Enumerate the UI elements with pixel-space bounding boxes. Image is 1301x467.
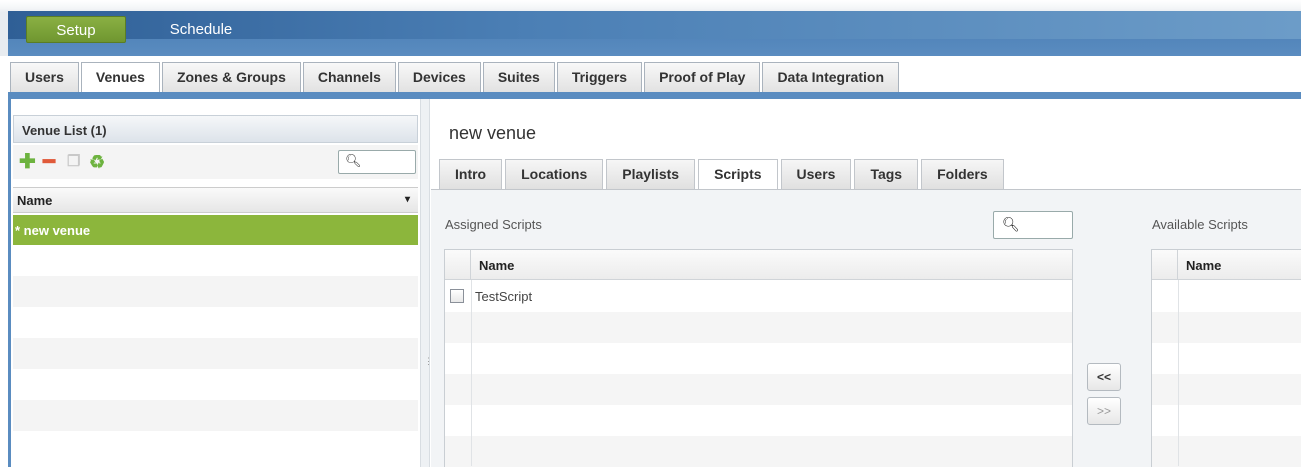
venue-name-column-header[interactable]: Name ▾ [13,187,418,213]
tab-schedule[interactable]: Schedule [158,16,244,43]
list-row-empty [13,276,418,307]
panel-splitter[interactable]: ⋮ [420,99,433,467]
table-row-empty [445,374,1072,405]
venue-toolbar: ✚ ━ ❐ ♻ 🔍︎ [13,145,418,179]
tab-venues[interactable]: Venues [80,62,160,94]
grid-header: Name [1152,250,1301,280]
tab-locations[interactable]: Locations [505,159,604,189]
available-scripts-label: Available Scripts [1152,217,1248,232]
tab-users[interactable]: Users [10,62,79,92]
search-icon: 🔍︎ [1002,216,1020,232]
tab-intro[interactable]: Intro [439,159,503,189]
list-row-empty [13,369,418,400]
refresh-icon[interactable]: ♻ [89,153,105,171]
list-row-empty [13,431,418,462]
venue-tabs: Intro Locations Playlists Scripts Users … [439,159,1007,191]
name-column-header[interactable]: Name [479,258,514,273]
venue-list-item[interactable]: * new venue [13,215,418,245]
column-divider [471,280,472,466]
tab-proof-of-play[interactable]: Proof of Play [644,62,761,92]
venue-search-input[interactable] [361,153,413,171]
tab-underline [8,92,1301,99]
sub-tabs: Users Venues Zones & Groups Channels Dev… [10,62,901,94]
assigned-search-box[interactable]: 🔍︎ [993,211,1073,239]
tab-setup[interactable]: Setup [26,16,126,43]
venue-details-panel: new venue Intro Locations Playlists Scri… [431,99,1301,467]
add-icon[interactable]: ✚ [19,152,36,172]
assign-script-button[interactable]: << [1087,363,1121,391]
tab-scripts[interactable]: Scripts [698,159,778,191]
table-row-empty [1152,436,1301,467]
list-row-empty [13,245,418,276]
assigned-scripts-label: Assigned Scripts [445,217,542,232]
venue-title: new venue [449,123,537,143]
column-divider [1178,280,1179,466]
top-bar: Setup Schedule [0,0,1301,56]
drag-handle-icon[interactable]: ⋮ [424,357,433,366]
tab-zones-groups[interactable]: Zones & Groups [161,62,301,92]
sort-down-icon[interactable]: ▾ [405,194,410,205]
tab-triggers[interactable]: Triggers [556,62,643,92]
available-scripts-grid: Name [1151,249,1301,467]
assigned-scripts-grid: Name TestScript [444,249,1073,467]
unassign-script-button[interactable]: >> [1087,397,1121,425]
tab-tags[interactable]: Tags [854,159,919,189]
tab-folders[interactable]: Folders [921,159,1004,189]
table-row-empty [1152,312,1301,343]
list-row-empty [13,307,418,338]
table-row-empty [445,405,1072,436]
tab-channels[interactable]: Channels [302,62,396,92]
script-name: TestScript [475,289,533,304]
table-row-empty [445,343,1072,374]
table-row[interactable]: TestScript [445,281,1072,312]
assigned-search-input[interactable] [1020,216,1070,234]
app-window: Setup Schedule Users Venues Zones & Grou… [0,0,1301,467]
tab-devices[interactable]: Devices [397,62,481,92]
table-row-empty [1152,374,1301,405]
tab-playlists[interactable]: Playlists [606,159,696,189]
tab-venue-users[interactable]: Users [780,159,852,189]
tab-data-integration[interactable]: Data Integration [762,62,900,92]
list-row-empty [13,400,418,431]
venue-search-box[interactable]: 🔍︎ [338,150,416,174]
grid-header: Name [445,250,1072,280]
tab-suites[interactable]: Suites [482,62,555,92]
venue-list-title: Venue List (1) [13,115,418,143]
search-icon: 🔍︎ [345,153,362,168]
list-row-empty [13,338,418,369]
table-row-empty [445,436,1072,467]
copy-icon[interactable]: ❐ [67,153,80,171]
remove-icon[interactable]: ━ [43,152,55,172]
venue-list-panel: Venue List (1) ✚ ━ ❐ ♻ 🔍︎ Name ▾ * new v… [11,99,418,467]
row-checkbox[interactable] [450,289,464,303]
checkbox-column-header [445,250,471,280]
top-nav: Setup Schedule [8,11,1301,56]
name-column-header[interactable]: Name [1186,258,1221,273]
checkbox-column-header [1152,250,1178,280]
table-row-empty [445,312,1072,343]
column-label: Name [17,193,53,208]
